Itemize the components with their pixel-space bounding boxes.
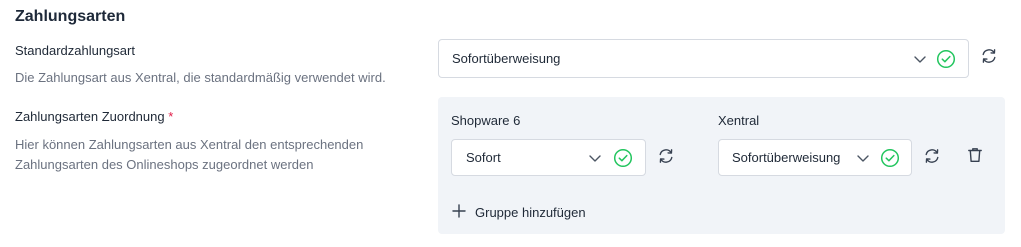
xentral-payment-select[interactable]: Sofortüberweisung bbox=[718, 139, 912, 176]
mapping-label-text: Zahlungsarten Zuordnung bbox=[15, 109, 165, 124]
mapping-help-line: Hier können Zahlungsarten aus Xentral de… bbox=[15, 137, 364, 152]
col-header-xentral: Xentral bbox=[718, 113, 760, 128]
section-title: Zahlungsarten bbox=[15, 8, 126, 25]
add-group-button[interactable]: Gruppe hinzufügen bbox=[451, 203, 586, 222]
col-header-shop: Shopware 6 bbox=[451, 113, 521, 128]
check-circle-icon bbox=[880, 148, 900, 168]
standard-payment-help: Die Zahlungsart aus Xentral, die standar… bbox=[15, 70, 386, 85]
mapping-help-line: Zahlungsarten des Onlineshops zugeordnet… bbox=[15, 157, 314, 172]
shop-payment-value: Sofort bbox=[466, 150, 501, 165]
chevron-down-icon bbox=[587, 150, 603, 166]
standard-payment-label: Standardzahlungsart bbox=[15, 43, 135, 58]
delete-row-button[interactable] bbox=[965, 147, 985, 167]
check-circle-icon bbox=[936, 49, 956, 69]
shop-payment-select[interactable]: Sofort bbox=[451, 139, 646, 176]
trash-icon bbox=[966, 146, 984, 169]
chevron-down-icon bbox=[912, 51, 928, 67]
refresh-standard-button[interactable] bbox=[979, 48, 999, 68]
check-circle-icon bbox=[613, 148, 633, 168]
required-marker: * bbox=[168, 109, 174, 124]
standard-payment-value: Sofortüberweisung bbox=[452, 51, 561, 66]
refresh-xentral-button[interactable] bbox=[922, 148, 942, 168]
mapping-label: Zahlungsarten Zuordnung * bbox=[15, 109, 173, 124]
refresh-shop-button[interactable] bbox=[656, 148, 676, 168]
refresh-icon bbox=[980, 47, 998, 70]
refresh-icon bbox=[923, 147, 941, 170]
standard-payment-select[interactable]: Sofortüberweisung bbox=[438, 39, 969, 78]
add-group-label: Gruppe hinzufügen bbox=[475, 205, 586, 220]
refresh-icon bbox=[657, 147, 675, 170]
xentral-payment-value: Sofortüberweisung bbox=[732, 150, 841, 165]
plus-icon bbox=[451, 203, 467, 222]
mapping-help: Hier können Zahlungsarten aus Xentral de… bbox=[15, 135, 363, 175]
chevron-down-icon bbox=[855, 150, 871, 166]
